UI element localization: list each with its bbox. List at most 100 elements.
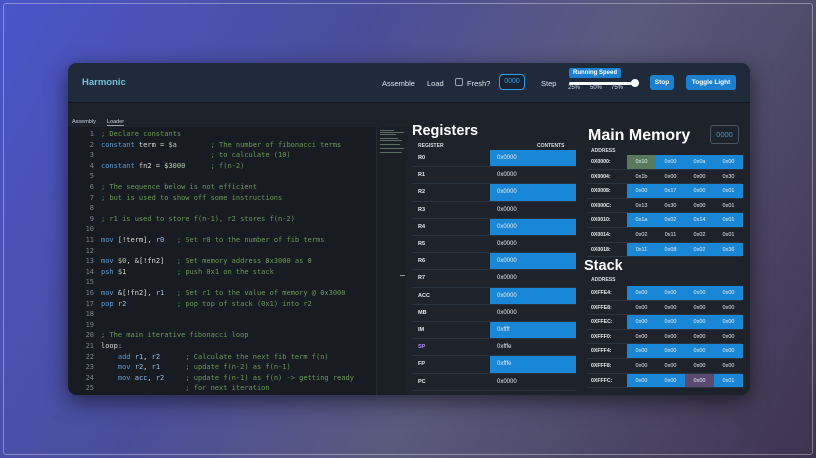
stack-address: 0XFFF0: [591,333,612,340]
line-number: 8 [89,204,94,213]
register-row: IM 0xffff [412,322,576,340]
line-number: 11 [85,236,94,244]
editor-scrollbar-marker[interactable] [400,275,405,276]
stack-cell: 0x00 [714,286,743,300]
stack-row: 0XFFE8: 0x00 0x00 0x00 0x00 [587,301,742,316]
code-line: mov &[!fn2], r1 ; Set r1 to the value of… [101,289,346,297]
editor-minimap[interactable] [376,127,407,395]
stack-cell: 0x01 [714,373,743,388]
memory-cell: 0x02 [635,232,648,238]
memory-cell: 0x01 [722,232,735,238]
tab-loader[interactable]: Loader [107,119,125,126]
register-row: R3 0x0000 [412,202,576,219]
line-number: 12 [85,246,94,255]
app-title: Harmonic [82,77,126,88]
stack-cell: 0x00 [722,363,735,369]
stack-cell: 0x00 [685,315,714,329]
memory-address-input[interactable]: 0000 [710,125,739,144]
stack-cell: 0x00 [627,315,656,329]
stack-address: 0XFFEC: [591,319,613,326]
memory-cell: 0x02 [656,213,685,227]
line-number: 22 [85,352,94,361]
stack-cell: 0x00 [693,363,706,369]
memory-cell: 0x36 [714,242,743,257]
stack-cell: 0x00 [714,315,743,329]
step-button[interactable]: Step [541,79,556,88]
tab-assembly[interactable]: Assembly [72,119,96,125]
memory-row: 0X0008: 0x00 0x17 0x00 0x01 [587,184,743,199]
line-number: 6 [89,183,94,191]
register-row: ACC 0x0000 [412,287,576,305]
line-number: 3 [89,151,94,160]
running-speed-label: Running Speed [569,68,621,78]
toggle-light-button[interactable]: Toggle Light [686,75,736,90]
memory-row: 0X000C: 0x13 0x30 0x00 0x01 [587,199,742,214]
memory-cell: 0x00 [627,184,656,198]
fresh-checkbox[interactable] [455,78,463,86]
code-line: pop r2 ; pop top of stack (0x1) into r2 [101,299,312,308]
stack-cell: 0x00 [656,344,685,358]
stack-row: 0XFFE4: 0x00 0x00 0x00 0x00 [587,286,743,301]
register-name: PC [418,378,426,385]
register-row: R1 0x0000 [412,167,576,185]
register-name: R6 [418,258,426,265]
line-number: 4 [89,161,94,170]
code-line: psh $1 ; push 0x1 on the stack [101,267,274,276]
line-number: 7 [89,193,94,202]
memory-cell: 0x30 [664,202,677,209]
memory-cell: 0x00 [664,173,677,180]
memory-cell: 0x00 [693,202,706,209]
code-line: ; r1 is used to store f(n-1), r2 stores … [101,214,295,223]
code-line: ; for next iteration [185,384,270,393]
speed-tick-25: 25% [568,85,581,91]
stack-cell: 0x00 [664,333,677,340]
fresh-label: Fresh? [467,79,491,88]
stack-cell: 0x00 [656,315,685,329]
memory-row: 0X0000: 0x10 0x00 0x0a 0x00 [587,155,743,170]
stack-address: 0XFFE8: [591,304,612,311]
stack-cell: 0x00 [627,373,656,388]
stack-row: 0XFFF0: 0x00 0x00 0x00 0x00 [587,330,742,345]
line-number: 1 [89,130,94,138]
registers-title: Registers [412,123,479,139]
line-number: 2 [89,140,94,149]
line-number: 21 [85,342,94,350]
contents-column-header: CONTENTS [537,143,565,149]
register-name: IM [418,327,425,333]
line-number: 16 [85,289,94,297]
register-name: ACC [418,292,430,299]
stack-row: 0XFFF4: 0x00 0x00 0x00 0x00 [587,344,743,359]
stack-cell: 0x00 [664,363,677,369]
register-value: 0xffff [490,322,576,339]
code-line: constant fn2 = $3000 ; f(n-2) [101,161,245,170]
value-input[interactable]: 0000 [499,74,525,90]
memory-cell: 0x14 [685,213,714,227]
register-row: R0 0x0000 [412,150,576,168]
code-line: mov r2, r1 ; update f(n-2) as f(n-1) [117,363,291,372]
memory-cell: 0x1b [635,173,648,180]
load-button[interactable]: Load [427,79,444,88]
line-number: 17 [85,299,94,308]
stop-button[interactable]: Stop [650,75,674,90]
stack-cell: 0x00 [693,333,706,340]
code-line: ; The sequence below is not efficient [101,183,257,191]
line-number: 13 [85,257,94,266]
line-number: 9 [89,214,94,223]
assemble-button[interactable]: Assemble [382,79,415,88]
line-number: 24 [85,373,94,382]
register-value: 0x0000 [490,150,576,167]
memory-row: 0X0010: 0x1a 0x02 0x14 0x01 [587,213,743,228]
stack-address: 0XFFF8: [591,363,612,369]
code-editor[interactable]: 1 ; Declare constants 2 constant term = $a … [68,127,407,395]
code-line: add r1, r2 ; Calculate the next fib term… [117,352,329,361]
register-row: R5 0x0000 [412,236,576,254]
memory-cell: 0x01 [722,202,735,209]
register-value: 0x0000 [497,378,517,385]
code-line: loop: [101,342,123,350]
line-number: 5 [89,172,94,181]
register-name: R5 [418,241,426,247]
memory-cell: 0x11 [664,232,677,238]
register-value: 0xfffe [497,344,512,351]
speed-slider-handle[interactable] [631,79,639,87]
speed-tick-75: 75% [611,85,624,91]
